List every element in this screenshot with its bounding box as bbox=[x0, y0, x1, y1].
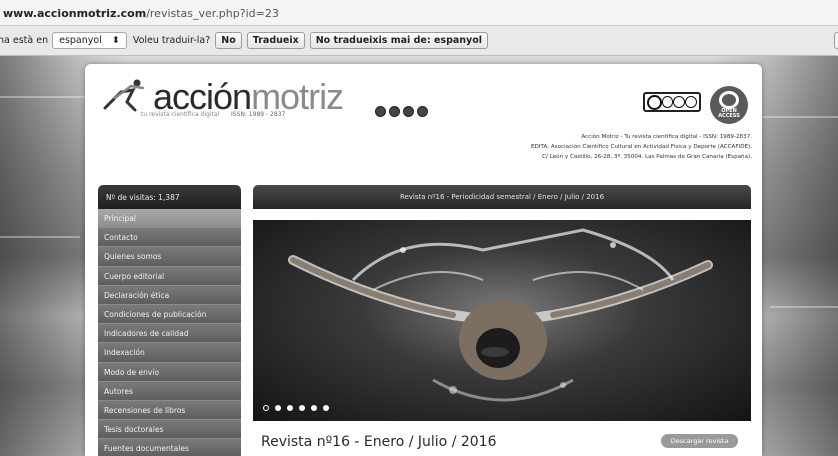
runner-logo-icon bbox=[103, 79, 145, 112]
publisher-info-line: Acción Motriz - Tu revista científica di… bbox=[581, 134, 752, 140]
cc-icons-small bbox=[375, 106, 428, 117]
logo-issn: ISSN: 1989 - 2837 bbox=[231, 111, 286, 118]
slider-dot[interactable] bbox=[287, 405, 293, 411]
sidebar-item-autores[interactable]: Autores bbox=[98, 381, 241, 401]
by-icon bbox=[661, 96, 674, 108]
slider-dot[interactable] bbox=[299, 405, 305, 411]
publisher-info-line: C/ León y Castillo, 26-28, 3º. 35004. La… bbox=[542, 154, 752, 160]
sidebar-item-cuerpo-editorial[interactable]: Cuerpo editorial bbox=[98, 266, 241, 286]
issue-banner: Revista nº16 - Periodicidad semestral / … bbox=[253, 185, 751, 209]
nc-icon bbox=[403, 106, 414, 117]
translate-question: Voleu traduir-la? bbox=[132, 35, 211, 46]
download-issue-button[interactable]: Descargar revista bbox=[661, 434, 738, 448]
url-bar[interactable]: www.accionmotriz.com/revistas_ver.php?id… bbox=[0, 0, 838, 26]
hero-slider-image[interactable] bbox=[253, 220, 751, 421]
never-translate-button[interactable]: No tradueixis mai de: espanyol bbox=[309, 32, 489, 49]
language-select-value: espanyol bbox=[59, 35, 102, 46]
sidebar-item-indexacion[interactable]: Indexación bbox=[98, 343, 241, 363]
issue-title: Revista nº16 - Enero / Julio / 2016 bbox=[261, 434, 497, 450]
cc-icon bbox=[375, 106, 386, 117]
sidebar-item-fuentes[interactable]: Fuentes documentales bbox=[98, 439, 241, 456]
person-icon bbox=[417, 106, 428, 117]
open-access-label: OPEN ACCESS bbox=[718, 108, 740, 119]
slider-dot[interactable] bbox=[311, 405, 317, 411]
slider-dot[interactable] bbox=[263, 405, 269, 411]
sidebar-item-principal[interactable]: Principal bbox=[98, 209, 241, 229]
sa-icon bbox=[685, 96, 697, 108]
swimmer-illustration bbox=[288, 228, 713, 402]
slider-dots bbox=[263, 405, 329, 411]
translate-button[interactable]: Tradueix bbox=[246, 32, 305, 49]
site-logo[interactable]: acciónmotriz tu revista científica digit… bbox=[103, 74, 344, 124]
cc-logo-icon bbox=[647, 94, 662, 110]
slider-dot[interactable] bbox=[323, 405, 329, 411]
sidebar-item-quienes-somos[interactable]: Quienes somos bbox=[98, 247, 241, 267]
globe-icon bbox=[389, 106, 400, 117]
publisher-info: Acción Motriz - Tu revista científica di… bbox=[332, 132, 752, 162]
sidebar-item-contacto[interactable]: Contacto bbox=[98, 228, 241, 248]
publisher-info-line: EDITA: Asociación Científico Cultural en… bbox=[530, 144, 752, 150]
url-path: /revistas_ver.php?id=23 bbox=[146, 7, 279, 20]
sidebar-item-tesis[interactable]: Tesis doctorales bbox=[98, 420, 241, 440]
translate-prefix-text: na està en bbox=[0, 35, 49, 46]
site-page: acciónmotriz tu revista científica digit… bbox=[85, 64, 762, 456]
nc-icon bbox=[673, 96, 686, 108]
creative-commons-badge[interactable] bbox=[643, 92, 701, 112]
url-host: www.accionmotriz.com bbox=[3, 7, 147, 20]
sidebar-item-condiciones-publicacion[interactable]: Condiciones de publicación bbox=[98, 304, 241, 325]
select-arrows-icon: ⬍ bbox=[111, 35, 120, 46]
no-button[interactable]: No bbox=[215, 32, 242, 49]
language-select[interactable]: espanyol ⬍ bbox=[52, 32, 127, 49]
translate-bar: na està en espanyol ⬍ Voleu traduir-la? … bbox=[0, 26, 838, 56]
options-button[interactable] bbox=[834, 32, 838, 49]
sidebar-item-indicadores-calidad[interactable]: Indicadores de calidad bbox=[98, 324, 241, 344]
sidebar-item-recensiones[interactable]: Recensiones de libros bbox=[98, 400, 241, 421]
open-access-badge[interactable]: OPEN ACCESS bbox=[710, 86, 748, 124]
open-access-lock-icon bbox=[719, 91, 739, 109]
sidebar-item-declaracion-etica[interactable]: Declaración ética bbox=[98, 285, 241, 305]
sidebar-item-modo-envio[interactable]: Modo de envío bbox=[98, 362, 241, 382]
sidebar: Nº de visitas: 1,387 Principal Contacto … bbox=[98, 185, 241, 456]
slider-dot[interactable] bbox=[275, 405, 281, 411]
visit-counter: Nº de visitas: 1,387 bbox=[98, 185, 241, 209]
logo-tagline: tu revista científica digital bbox=[141, 111, 220, 118]
